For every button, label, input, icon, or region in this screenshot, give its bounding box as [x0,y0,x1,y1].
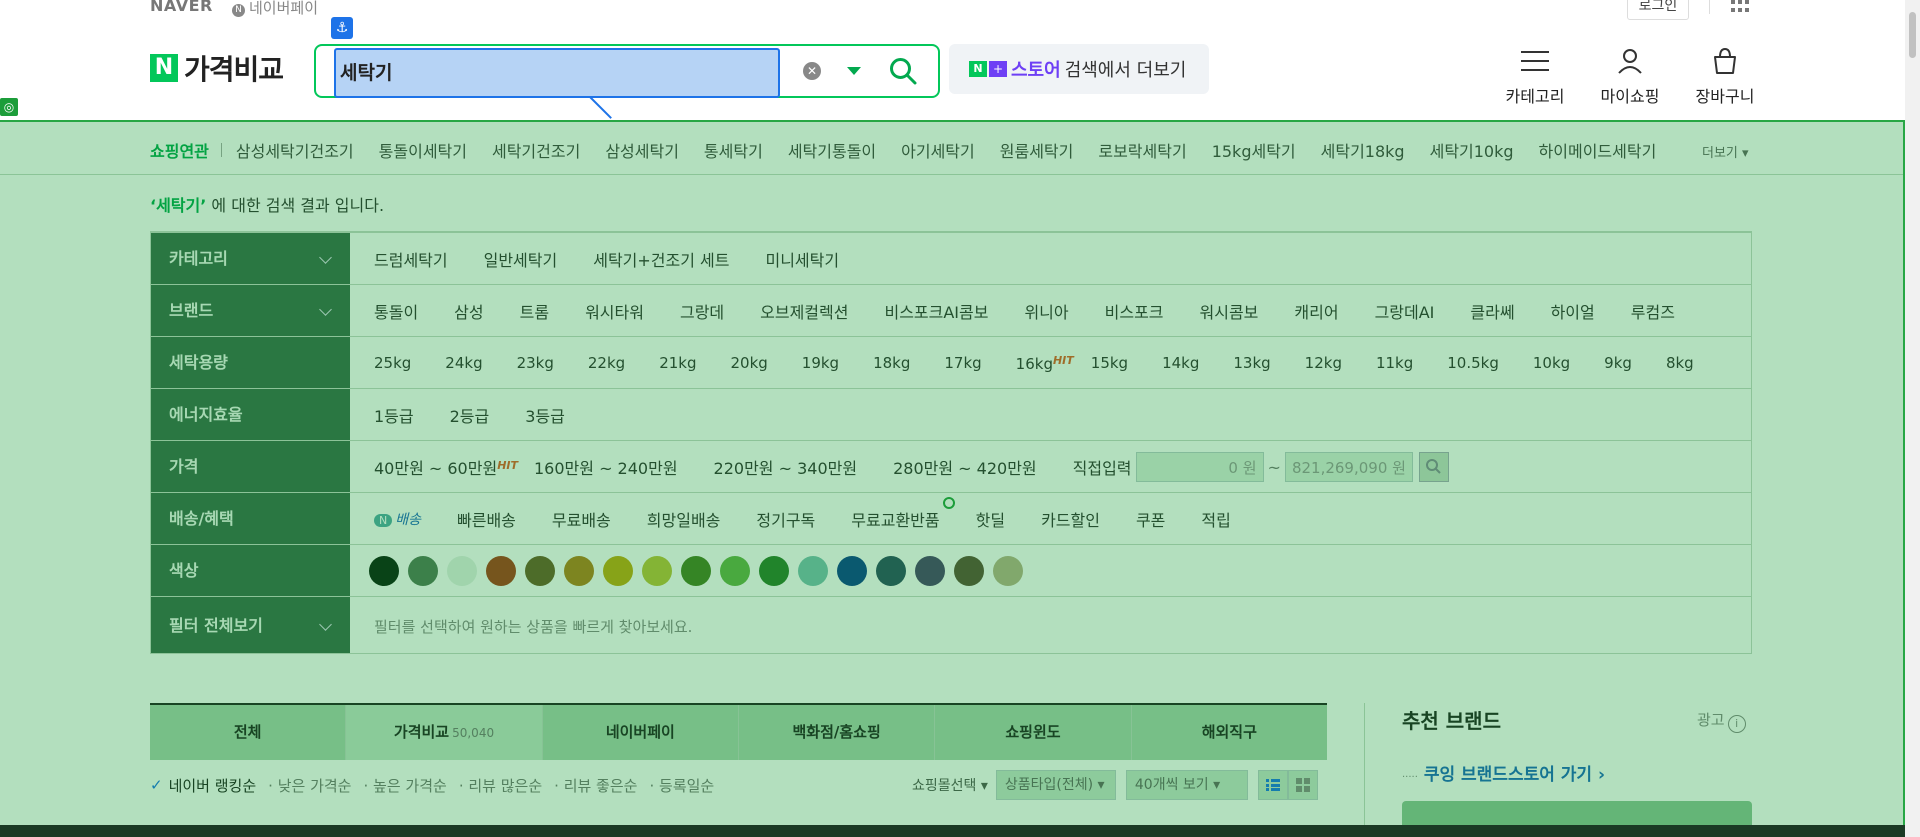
search-box: 세탁기 ✕ [314,44,940,98]
store-n-icon: N [969,61,987,77]
selection-overlay [0,120,1905,837]
cart-label: 장바구니 [1695,87,1755,106]
brand-title: 가격비교 [184,53,284,86]
my-shopping-button[interactable]: 마이쇼핑 [1585,44,1675,107]
store-more-label: 검색에서 더보기 [1064,60,1187,81]
my-shopping-label: 마이쇼핑 [1600,87,1660,106]
scrollbar[interactable] [1905,0,1920,837]
store-search-more-button[interactable]: N + 스토어 검색에서 더보기 [949,44,1209,94]
category-menu-button[interactable]: 카테고리 [1490,44,1580,107]
menu-icon [1521,51,1549,71]
store-name: 스토어 [1011,60,1061,81]
target-icon: ◎ [0,98,18,116]
npay-icon: N [232,4,245,17]
price-compare-logo[interactable]: N 가격비교 [150,50,284,86]
topbar-divider [1709,0,1710,14]
anchor-icon: ⚓ [331,17,353,39]
autocomplete-toggle-icon[interactable] [847,67,861,75]
user-icon [1618,49,1642,74]
bottom-strip [0,825,1905,837]
scrollbar-thumb[interactable] [1909,12,1916,58]
naver-logo[interactable]: NAVER [150,0,213,15]
cart-icon [1714,47,1736,74]
apps-grid-icon[interactable] [1731,0,1749,14]
crosshair-icon [943,497,955,509]
pointer-line [589,96,612,119]
clear-icon[interactable]: ✕ [803,62,821,80]
naver-n-logo: N [150,54,178,82]
category-label: 카테고리 [1505,87,1565,106]
npay-label: 네이버페이 [249,0,319,17]
store-plus-icon: + [989,61,1007,77]
cart-button[interactable]: 장바구니 [1680,44,1770,107]
naver-pay-link[interactable]: N 네이버페이 [232,0,318,18]
search-button[interactable] [888,56,918,86]
login-button[interactable]: 로그인 [1627,0,1689,20]
search-input[interactable]: 세탁기 [334,48,780,98]
